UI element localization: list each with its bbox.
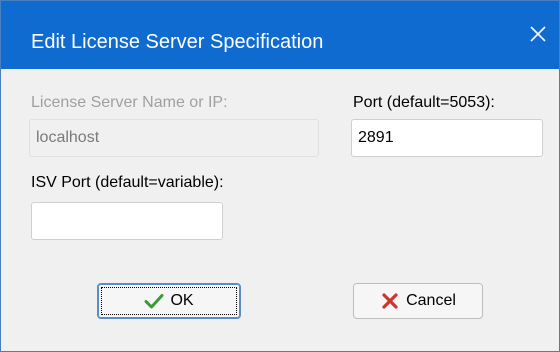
ok-button[interactable]: OK: [97, 283, 241, 319]
cancel-label: Cancel: [406, 292, 456, 309]
server-name-field: localhost: [29, 119, 319, 157]
x-icon: [382, 293, 398, 309]
port-field[interactable]: 2891: [351, 119, 543, 157]
dialog-window: Edit License Server Specification Licens…: [0, 0, 560, 352]
close-button[interactable]: [517, 15, 559, 53]
title-bar[interactable]: Edit License Server Specification: [1, 1, 559, 69]
close-icon: [530, 26, 546, 42]
focus-ring: [101, 287, 237, 315]
server-name-label: License Server Name or IP:: [31, 94, 228, 111]
ok-label: OK: [170, 292, 194, 309]
isv-port-label: ISV Port (default=variable):: [31, 174, 224, 191]
checkmark-icon: [144, 294, 164, 309]
port-label: Port (default=5053):: [353, 94, 495, 111]
window-title: Edit License Server Specification: [31, 31, 324, 53]
cancel-button[interactable]: Cancel: [353, 283, 483, 319]
isv-port-field[interactable]: [31, 202, 223, 240]
